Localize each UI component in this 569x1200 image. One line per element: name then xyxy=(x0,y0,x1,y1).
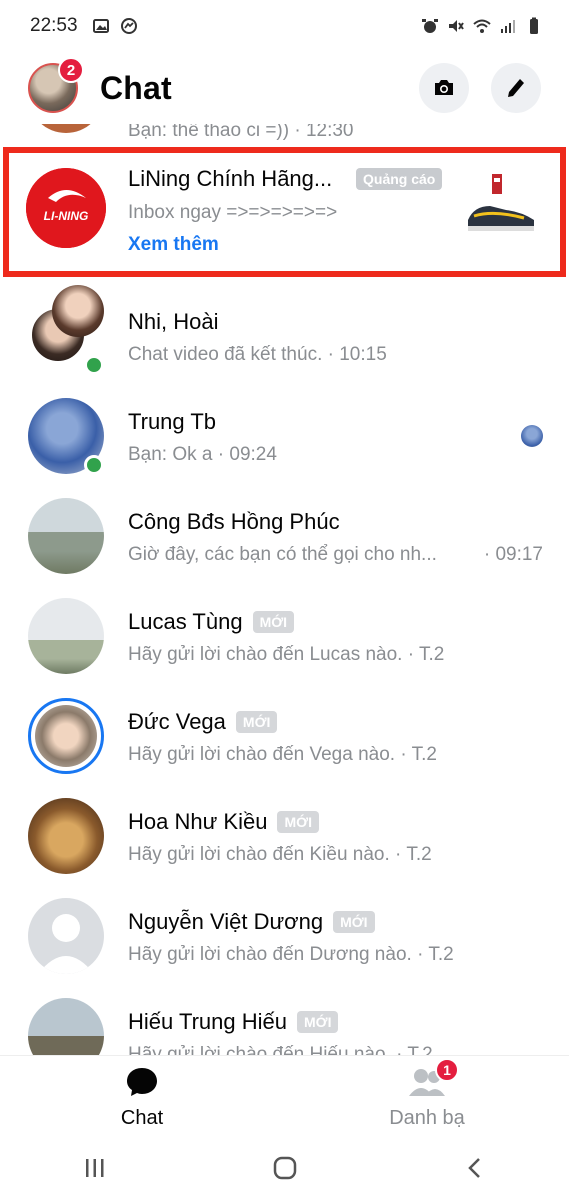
list-item[interactable]: Hiếu Trung Hiếu MỚI Hãy gửi lời chào đến… xyxy=(0,985,569,1055)
list-item[interactable]: Hoa Như Kiều MỚI Hãy gửi lời chào đến Ki… xyxy=(0,785,569,885)
sponsored-message[interactable]: LI-NING LiNing Chính Hãng... Quảng cáo I… xyxy=(0,144,569,280)
contact-name: Nguyễn Việt Dương xyxy=(128,909,324,934)
ad-preview: Inbox ngay =>=>=>=>=> xyxy=(128,202,338,223)
message-preview: Giờ đây, các bạn có thể gọi cho nh... xyxy=(128,544,437,565)
tab-chat[interactable]: Chat xyxy=(82,1066,202,1130)
status-bar: 22:53 xyxy=(0,0,569,52)
sponsored-badge: Quảng cáo xyxy=(356,168,443,190)
list-item[interactable]: Đức Vega MỚI Hãy gửi lời chào đến Vega n… xyxy=(0,685,569,785)
gallery-icon xyxy=(92,19,109,33)
profile-avatar[interactable]: 2 xyxy=(28,57,84,113)
list-item[interactable]: Trung Tb Bạn: Ok a · 09:24 xyxy=(0,385,569,485)
recent-apps-icon[interactable] xyxy=(82,1155,108,1181)
avatar xyxy=(28,698,104,774)
contact-name: Nhi, Hoài xyxy=(128,309,219,334)
status-time: 22:53 xyxy=(30,15,78,36)
system-nav-bar xyxy=(0,1135,569,1200)
tab-chat-label: Chat xyxy=(120,1107,164,1129)
contact-name: Trung Tb xyxy=(128,409,217,434)
online-indicator xyxy=(84,355,104,375)
contact-name: Hoa Như Kiều xyxy=(128,809,268,834)
avatar xyxy=(28,998,104,1055)
shoe-image[interactable] xyxy=(464,166,540,242)
notification-badge: 2 xyxy=(58,57,84,83)
messenger-icon xyxy=(120,18,137,34)
sponsor-name: LiNing Chính Hãng... xyxy=(128,166,333,191)
contact-name: Công Bđs Hồng Phúc xyxy=(128,509,340,534)
lining-logo-text: LI-NING xyxy=(44,209,89,223)
bottom-nav: Chat 1 Danh bạ xyxy=(0,1055,569,1135)
new-badge: MỚI xyxy=(252,611,295,633)
tab-contacts-label: Danh bạ xyxy=(389,1107,465,1129)
message-time: · 09:17 xyxy=(483,544,543,565)
page-title: Chat xyxy=(100,69,172,106)
message-preview: Chat video đã kết thúc. · 10:15 xyxy=(128,344,387,365)
conversation-list[interactable]: Bạn: thể thao ci =)) · 12:30 LI-NING LiN… xyxy=(0,100,569,1055)
lining-logo: LI-NING xyxy=(26,168,106,248)
contacts-badge: 1 xyxy=(435,1058,459,1082)
avatar xyxy=(28,898,104,974)
new-badge: MỚI xyxy=(277,811,319,833)
message-preview: Hãy gửi lời chào đến Lucas nào. · T.2 xyxy=(128,644,445,665)
camera-icon xyxy=(435,80,453,95)
message-preview: Hãy gửi lời chào đến Kiều nào. · T.2 xyxy=(128,844,432,865)
list-item[interactable]: Lucas Tùng MỚI Hãy gửi lời chào đến Luca… xyxy=(0,585,569,685)
see-more-link[interactable]: Xem thêm xyxy=(128,234,219,256)
new-badge: MỚI xyxy=(296,1011,339,1033)
battery-icon xyxy=(530,17,538,34)
alarm-icon xyxy=(422,19,438,33)
wifi-icon xyxy=(473,19,491,33)
avatar xyxy=(28,498,104,574)
list-item[interactable]: Nhi, Hoài Chat video đã kết thúc. · 10:1… xyxy=(0,285,569,385)
contact-name: Đức Vega xyxy=(128,709,226,734)
camera-button[interactable] xyxy=(419,63,469,113)
message-preview: Bạn: Ok a · 09:24 xyxy=(128,444,277,465)
avatar-secondary xyxy=(52,285,104,337)
default-avatar-icon xyxy=(38,914,94,974)
header: 2 Chat xyxy=(0,52,569,124)
contact-name: Hiếu Trung Hiếu xyxy=(128,1009,287,1034)
pencil-icon xyxy=(508,79,524,97)
list-item[interactable]: Nguyễn Việt Dương MỚI Hãy gửi lời chào đ… xyxy=(0,885,569,985)
list-item[interactable]: Công Bđs Hồng Phúc Giờ đây, các bạn có t… xyxy=(0,485,569,585)
new-badge: MỚI xyxy=(235,711,278,733)
mute-icon xyxy=(449,20,464,32)
message-preview: Hãy gửi lời chào đến Vega nào. · T.2 xyxy=(128,744,437,765)
contact-name: Lucas Tùng xyxy=(128,609,243,634)
avatar xyxy=(28,798,104,874)
chat-bubble-icon xyxy=(127,1068,157,1096)
avatar xyxy=(28,598,104,674)
home-icon[interactable] xyxy=(271,1154,299,1182)
signal-icon xyxy=(501,20,515,33)
message-preview: Hãy gửi lời chào đến Dương nào. · T.2 xyxy=(128,944,454,965)
online-indicator xyxy=(84,455,104,475)
compose-button[interactable] xyxy=(491,63,541,113)
message-preview: Hãy gửi lời chào đến Hiếu nào. · T.2 xyxy=(128,1044,433,1055)
tab-contacts[interactable]: 1 Danh bạ xyxy=(367,1058,487,1130)
back-icon[interactable] xyxy=(462,1155,488,1181)
new-badge: MỚI xyxy=(333,911,375,933)
seen-avatar xyxy=(521,425,543,447)
